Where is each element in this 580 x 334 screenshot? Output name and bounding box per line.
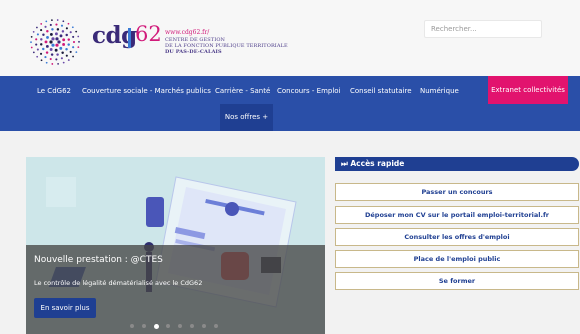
carousel-dot[interactable] — [154, 323, 159, 329]
quick-link-offres-emploi[interactable]: Consulter les offres d'emploi — [335, 228, 579, 246]
site-url[interactable]: www.cdg62.fr/ — [165, 29, 209, 36]
carousel-dot[interactable] — [190, 324, 194, 328]
quick-access-header: ⏭ Accès rapide — [335, 157, 579, 171]
quick-access-title-text: Accès rapide — [350, 159, 405, 168]
logo-62-text: 62 — [135, 22, 162, 46]
carousel-dot[interactable] — [130, 324, 134, 328]
search-input[interactable]: Rechercher... — [424, 20, 542, 38]
carousel-dot[interactable] — [166, 324, 170, 328]
nav-item-couverture-sociale[interactable]: Couverture sociale - Marchés publics — [82, 87, 211, 95]
hero-title: Nouvelle prestation : @CTES — [34, 255, 163, 265]
carousel-dot[interactable] — [202, 324, 206, 328]
extranet-button[interactable]: Extranet collectivités — [488, 76, 568, 104]
nav-item-conseil-statutaire[interactable]: Conseil statutaire — [350, 87, 412, 95]
quick-link-passer-concours[interactable]: Passer un concours — [335, 183, 579, 201]
logo-divider — [128, 28, 131, 48]
quick-access-title: ⏭ Accès rapide — [341, 159, 404, 169]
quick-link-se-former[interactable]: Se former — [335, 272, 579, 290]
learn-more-button[interactable]: En savoir plus — [34, 298, 96, 318]
nav-item-numerique[interactable]: Numérique — [420, 87, 459, 95]
quick-link-place-emploi-public[interactable]: Place de l'emploi public — [335, 250, 579, 268]
header: cdg 62 www.cdg62.fr/ CENTRE DE GESTION D… — [0, 0, 580, 76]
org-name-line3: DU PAS-DE-CALAIS — [165, 49, 222, 55]
hero-carousel[interactable]: Nouvelle prestation : @CTES Le contrôle … — [26, 157, 325, 334]
carousel-dot[interactable] — [214, 324, 218, 328]
nav-item-nos-offres[interactable]: Nos offres + — [220, 104, 273, 131]
carousel-dot[interactable] — [178, 324, 182, 328]
page: cdg 62 www.cdg62.fr/ CENTRE DE GESTION D… — [0, 0, 580, 334]
nav-item-concours-emploi[interactable]: Concours - Emploi — [277, 87, 341, 95]
logo-dots-icon — [30, 19, 80, 65]
fast-forward-icon: ⏭ — [341, 159, 348, 168]
nav-item-le-cdg62[interactable]: Le CdG62 — [37, 87, 71, 95]
carousel-dot[interactable] — [142, 324, 146, 328]
hero-subtitle: Le contrôle de légalité dématérialisé av… — [34, 279, 203, 287]
hero-caption: Nouvelle prestation : @CTES Le contrôle … — [26, 245, 325, 334]
quick-link-deposer-cv[interactable]: Déposer mon CV sur le portail emploi-ter… — [335, 206, 579, 224]
nav-item-carriere-sante[interactable]: Carrière - Santé — [215, 87, 270, 95]
